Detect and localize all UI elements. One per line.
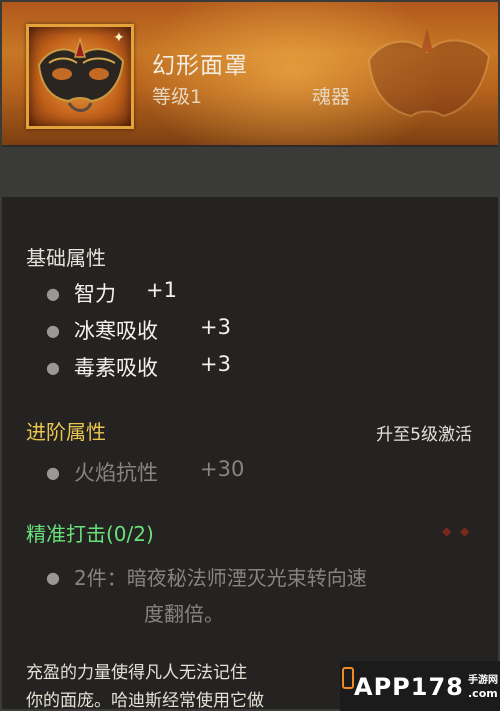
base-attributes-title: 基础属性	[26, 246, 106, 270]
set-bonus-desc-cont: 度翻倍。	[144, 602, 224, 626]
mask-watermark-icon	[367, 28, 491, 118]
diamond-icon: ◆	[460, 524, 470, 538]
bullet-icon: ●	[46, 568, 60, 587]
phone-icon	[342, 667, 354, 689]
stat-name: 智力	[74, 282, 116, 306]
stat-name: 冰寒吸收	[74, 319, 158, 343]
bullet-icon: ●	[46, 321, 60, 340]
advanced-attributes-title: 进阶属性	[26, 420, 106, 444]
item-tooltip: ✦ 幻形面罩 等级1 魂器 基础属性 ● 智力 +1 ● 冰寒吸收 +3 ● 毒…	[0, 0, 500, 711]
item-header: ✦ 幻形面罩 等级1 魂器	[2, 2, 498, 147]
diamond-icon: ◆	[442, 524, 452, 538]
unlock-hint: 升至5级激活	[376, 425, 472, 445]
watermark-sub: 手游网	[468, 675, 498, 686]
set-bonus-title: 精准打击(0/2)	[26, 522, 154, 546]
watermark-logo: APP178 手游网 .com	[340, 661, 500, 711]
stat-value: +1	[146, 278, 177, 302]
item-slot-type: 魂器	[312, 86, 351, 108]
stat-name: 毒素吸收	[74, 356, 158, 380]
lore-text: 充盈的力量使得凡人无法记住	[26, 663, 247, 683]
bullet-icon: ●	[46, 358, 60, 377]
sparkle-icon: ✦	[113, 30, 125, 46]
header-divider-band	[2, 147, 498, 197]
watermark-text: APP178	[354, 673, 464, 701]
lore-text: 你的面庞。哈迪斯经常使用它做	[26, 691, 264, 711]
stat-value: +3	[200, 352, 231, 376]
stat-name: 火焰抗性	[74, 461, 158, 485]
set-bonus-desc: 2件：暗夜秘法师湮灭光束转向速	[74, 566, 367, 590]
item-name: 幻形面罩	[152, 53, 248, 79]
item-level: 等级1	[152, 86, 203, 108]
stat-value: +3	[200, 315, 231, 339]
bullet-icon: ●	[46, 463, 60, 482]
item-icon-frame[interactable]: ✦	[26, 24, 134, 129]
bullet-icon: ●	[46, 284, 60, 303]
watermark-domain: .com	[468, 687, 498, 700]
stat-value: +30	[200, 457, 245, 481]
